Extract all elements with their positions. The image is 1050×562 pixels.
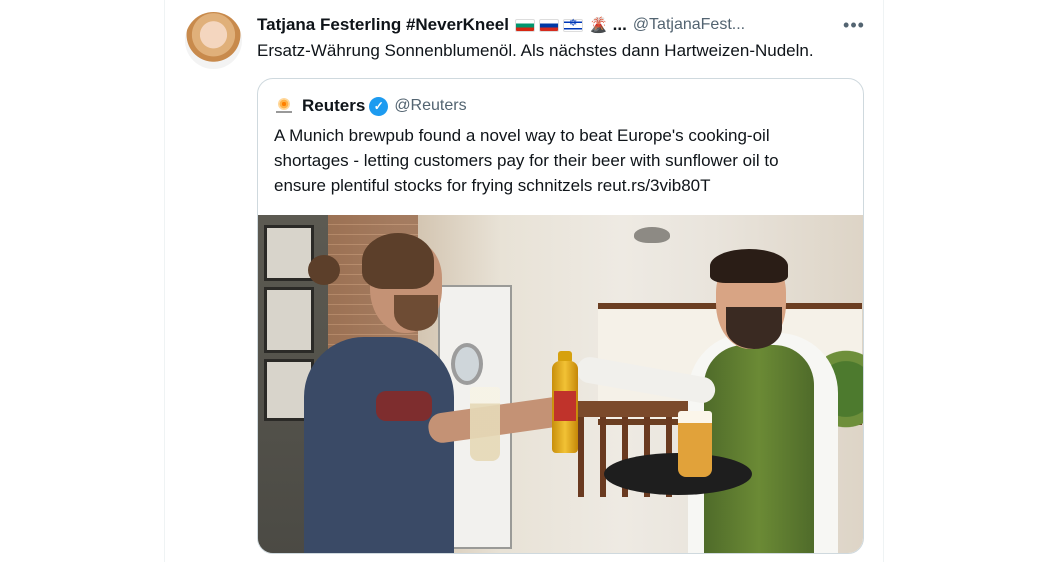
beer-glass (678, 411, 712, 477)
volcano-icon: 🌋 (588, 17, 608, 34)
scene-porthole-window (451, 343, 483, 385)
author-name[interactable]: Tatjana Festerling #NeverKneel (257, 15, 509, 35)
customer-hair-bun (308, 255, 340, 285)
tweet-column: Tatjana Festerling #NeverKneel 🌋 ... @Ta… (164, 0, 884, 562)
quoted-author-handle[interactable]: @Reuters (394, 97, 466, 115)
waiter-beard (726, 307, 782, 349)
tweet-header: Tatjana Festerling #NeverKneel 🌋 ... @Ta… (257, 14, 865, 36)
customer-figure (304, 337, 454, 553)
author-avatar[interactable] (185, 12, 242, 69)
flag-israel-icon (562, 18, 583, 32)
waiter-hair (710, 249, 788, 283)
name-truncation: ... (612, 15, 627, 34)
quoted-tweet-media-image[interactable] (258, 215, 863, 553)
quoted-tweet-text: A Munich brewpub found a novel way to be… (274, 126, 779, 195)
more-options-button[interactable]: ••• (839, 12, 869, 38)
author-emoji-flags: 🌋 ... (514, 15, 627, 35)
scene-picture-frame (264, 287, 314, 353)
quoted-author-name[interactable]: Reuters (302, 96, 365, 116)
verified-badge-icon: ✓ (369, 96, 389, 116)
reuters-avatar-icon[interactable] (274, 96, 294, 116)
waiter-vest (704, 345, 814, 553)
customer-hair (362, 233, 434, 289)
more-icon: ••• (843, 14, 865, 35)
customer-beard (394, 295, 438, 331)
oil-bottle-label (554, 391, 576, 421)
quoted-tweet-card[interactable]: Reuters ✓ @Reuters A Munich brewpub foun… (257, 78, 864, 554)
shirt-print (376, 391, 432, 421)
quoted-tweet-header: Reuters ✓ @Reuters (274, 95, 467, 117)
flag-russia-icon (538, 18, 559, 32)
scene-ceiling-lamp (634, 227, 670, 243)
tweet-text: Ersatz-Währung Sonnenblumenöl. Als nächs… (257, 41, 814, 60)
author-handle[interactable]: @TatjanaFest... (633, 16, 745, 34)
beer-glass (470, 387, 500, 461)
flag-bulgaria-icon (514, 18, 535, 32)
scene-picture-frame (264, 225, 314, 281)
